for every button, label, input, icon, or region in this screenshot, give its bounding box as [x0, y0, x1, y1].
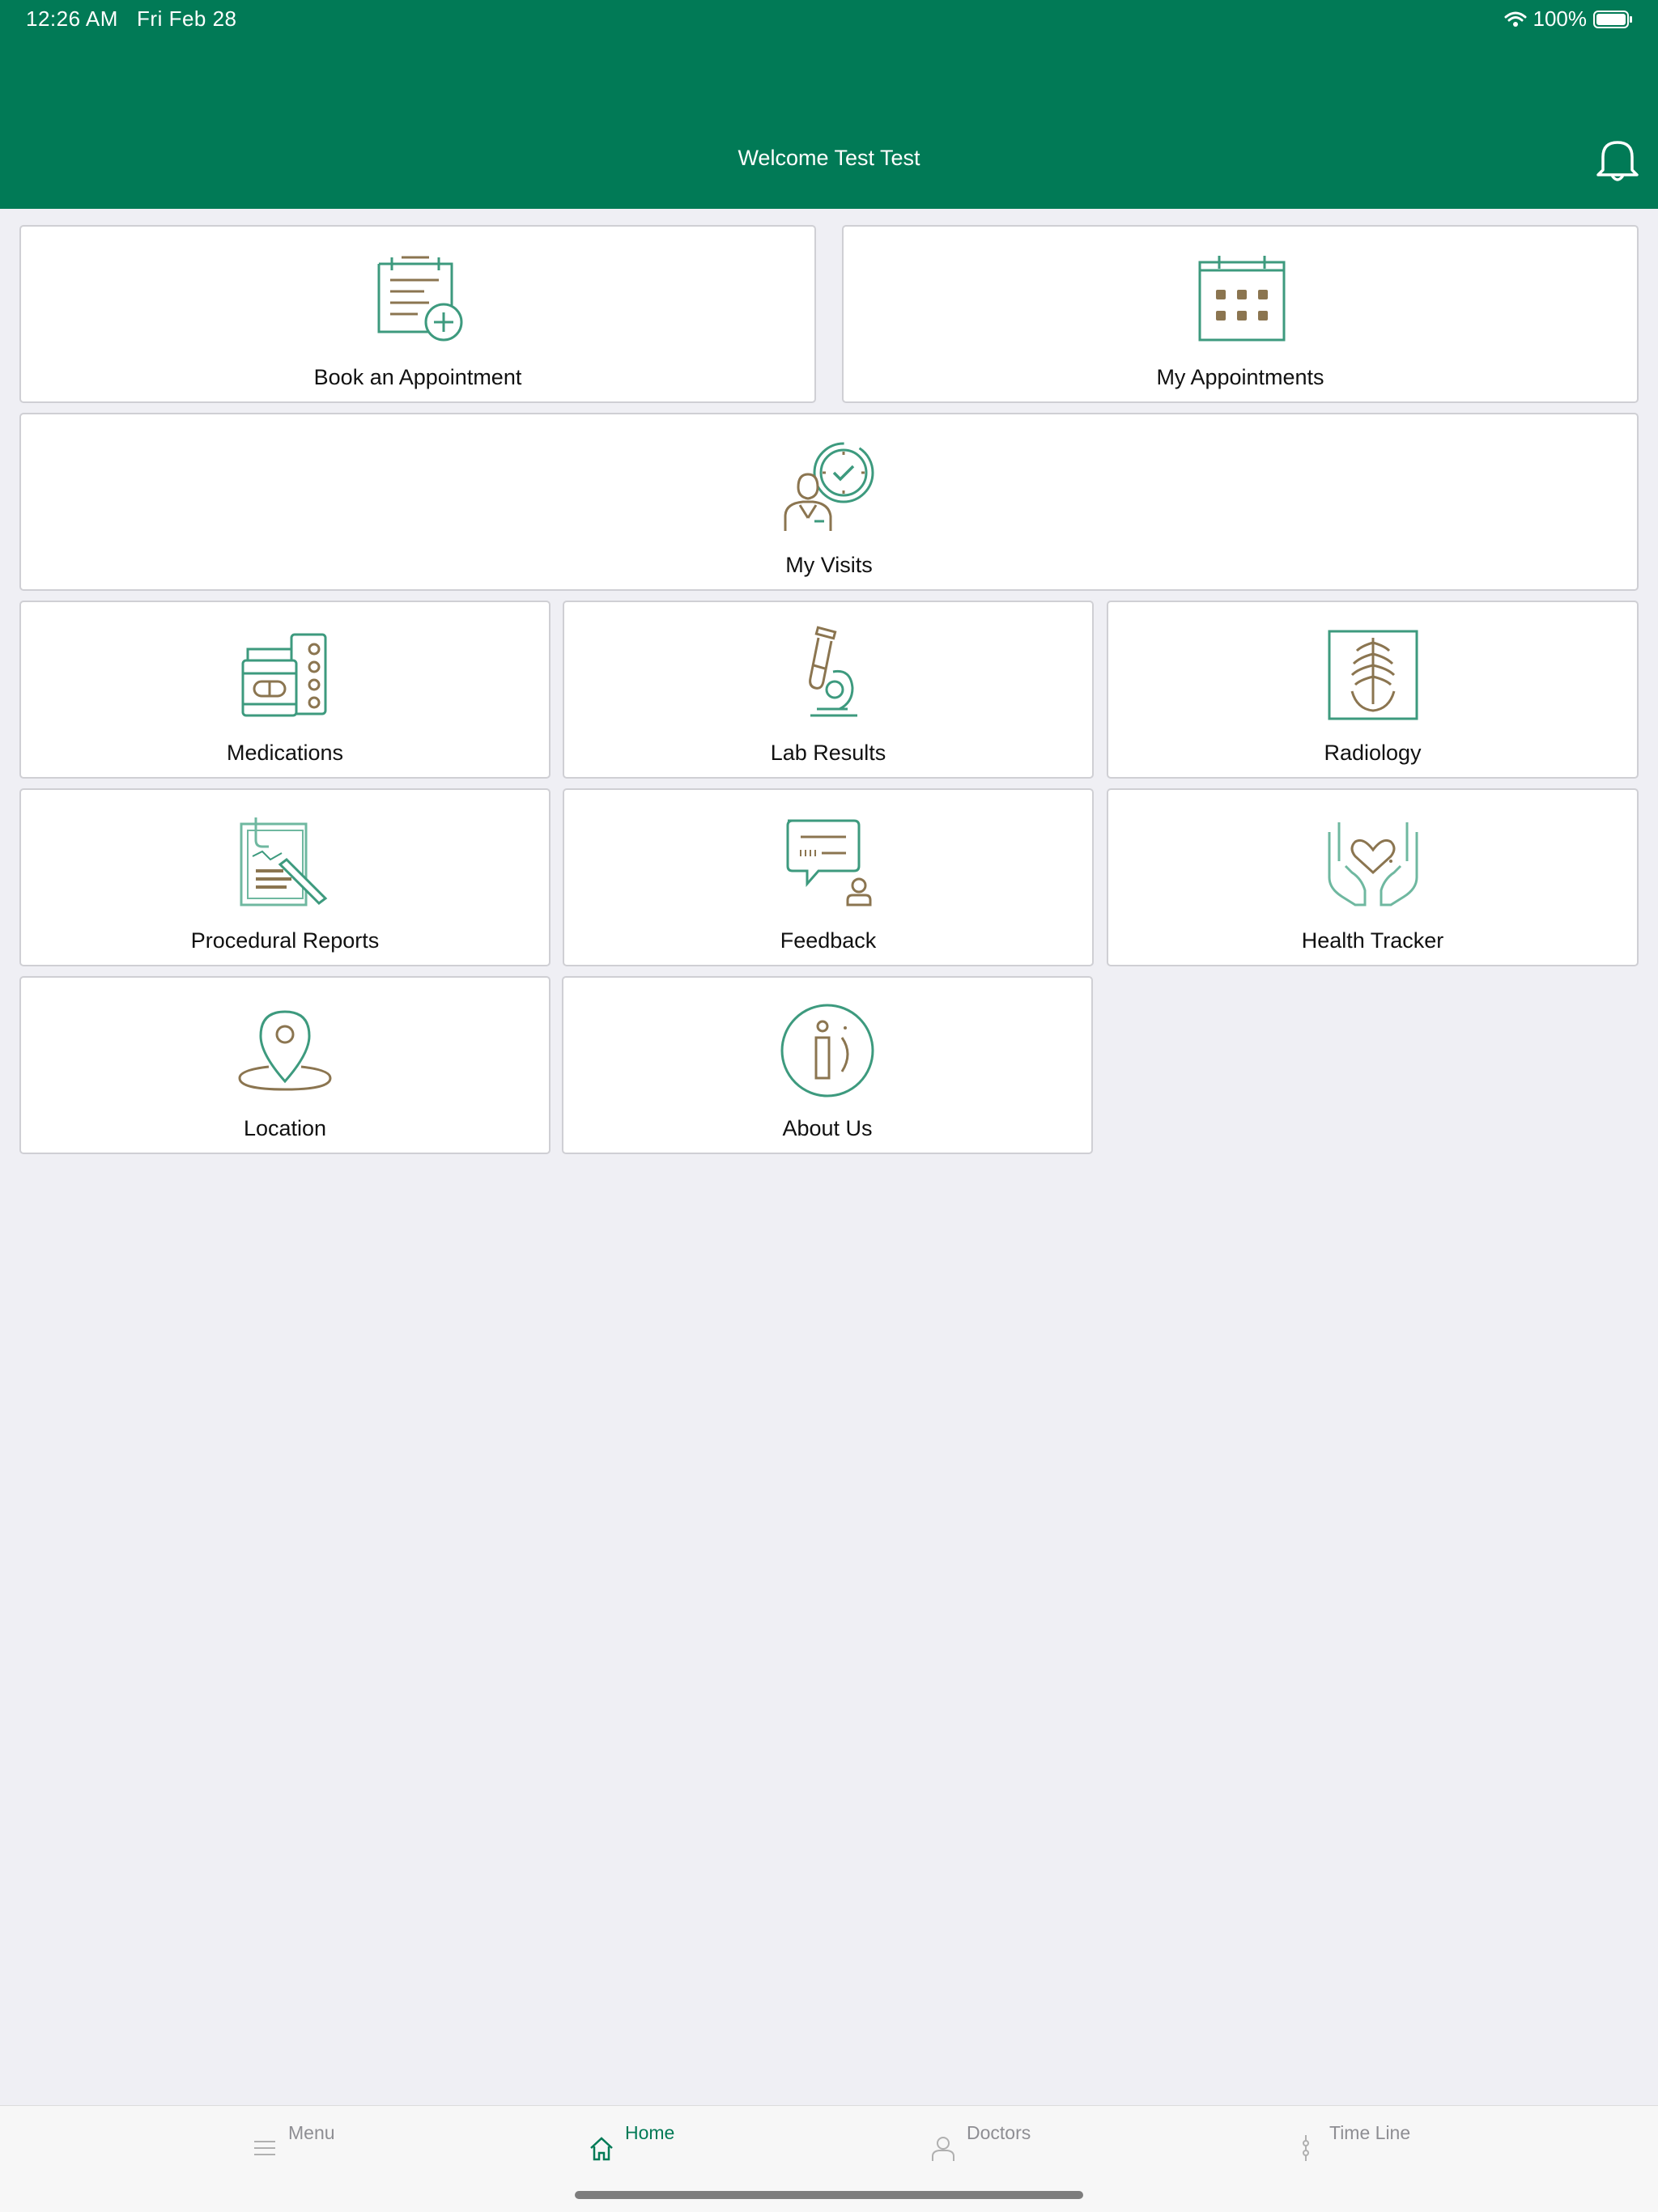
timeline-icon [1303, 2135, 1309, 2161]
doctor-clock-icon [784, 442, 874, 531]
about-us-tile[interactable]: About Us [562, 976, 1093, 1154]
tile-label: My Appointments [1156, 365, 1324, 389]
tile-label: Health Tracker [1301, 928, 1444, 953]
tile-label: My Visits [785, 553, 873, 577]
my-appointments-tile[interactable]: My Appointments [842, 225, 1639, 403]
tile-label: Book an Appointment [313, 365, 522, 389]
book-appointment-tile[interactable]: Book an Appointment [19, 225, 816, 403]
microscope-icon [809, 626, 857, 717]
tile-label: Lab Results [770, 741, 886, 765]
tab-label: Doctors [967, 2122, 1031, 2143]
tab-timeline[interactable]: Time Line [1294, 2122, 1410, 2163]
chat-bubble-icon [786, 819, 872, 906]
tile-label: Procedural Reports [190, 928, 380, 953]
welcome-title: Welcome Test Test [738, 146, 920, 170]
clipboard-pen-icon [240, 817, 328, 906]
map-pin-icon [238, 1010, 332, 1091]
radiology-tile[interactable]: Radiology [1107, 601, 1639, 779]
pill-bottle-icon [241, 633, 327, 717]
medications-tile[interactable]: Medications [19, 601, 551, 779]
wifi-icon [1504, 11, 1526, 27]
tab-menu[interactable]: Menu [253, 2122, 335, 2163]
tab-doctors[interactable]: Doctors [931, 2122, 1031, 2163]
my-visits-tile[interactable]: My Visits [19, 413, 1639, 591]
health-tracker-tile[interactable]: Health Tracker [1107, 788, 1639, 966]
info-icon [780, 1004, 874, 1098]
tile-label: About Us [782, 1116, 873, 1140]
hands-heart-icon [1328, 822, 1418, 906]
status-bar-time: 12:26 AM Fri Feb 28 [26, 6, 237, 32]
tab-label: Home [625, 2122, 675, 2143]
battery-icon [1593, 10, 1632, 28]
tile-label: Radiology [1324, 741, 1422, 765]
menu-icon [254, 2141, 275, 2155]
battery-percent: 100% [1533, 6, 1588, 31]
calendar-icon [1198, 256, 1286, 342]
procedural-reports-tile[interactable]: Procedural Reports [19, 788, 551, 966]
status-date: Fri Feb 28 [137, 6, 237, 31]
status-time: 12:26 AM [26, 6, 118, 31]
tab-label: Menu [288, 2122, 335, 2143]
status-bar-right: 100% [1504, 6, 1635, 32]
location-tile[interactable]: Location [19, 976, 551, 1154]
tab-label: Time Line [1329, 2122, 1411, 2143]
home-indicator [575, 2191, 1083, 2199]
tile-label: Feedback [780, 928, 877, 953]
calendar-add-icon [377, 256, 463, 342]
app-header: 12:26 AM Fri Feb 28 100% Welcome Test Te… [0, 0, 1658, 209]
tab-bar: Menu Home Doctors Time Line [0, 2105, 1658, 2212]
tile-label: Medications [226, 741, 344, 765]
xray-icon [1328, 630, 1418, 720]
feedback-tile[interactable]: Feedback [563, 788, 1094, 966]
doctor-icon [932, 2137, 954, 2161]
tile-label: Location [243, 1116, 327, 1140]
tab-home[interactable]: Home [589, 2122, 674, 2163]
lab-results-tile[interactable]: Lab Results [563, 601, 1094, 779]
home-icon [590, 2137, 613, 2161]
bell-icon[interactable] [1592, 134, 1643, 185]
